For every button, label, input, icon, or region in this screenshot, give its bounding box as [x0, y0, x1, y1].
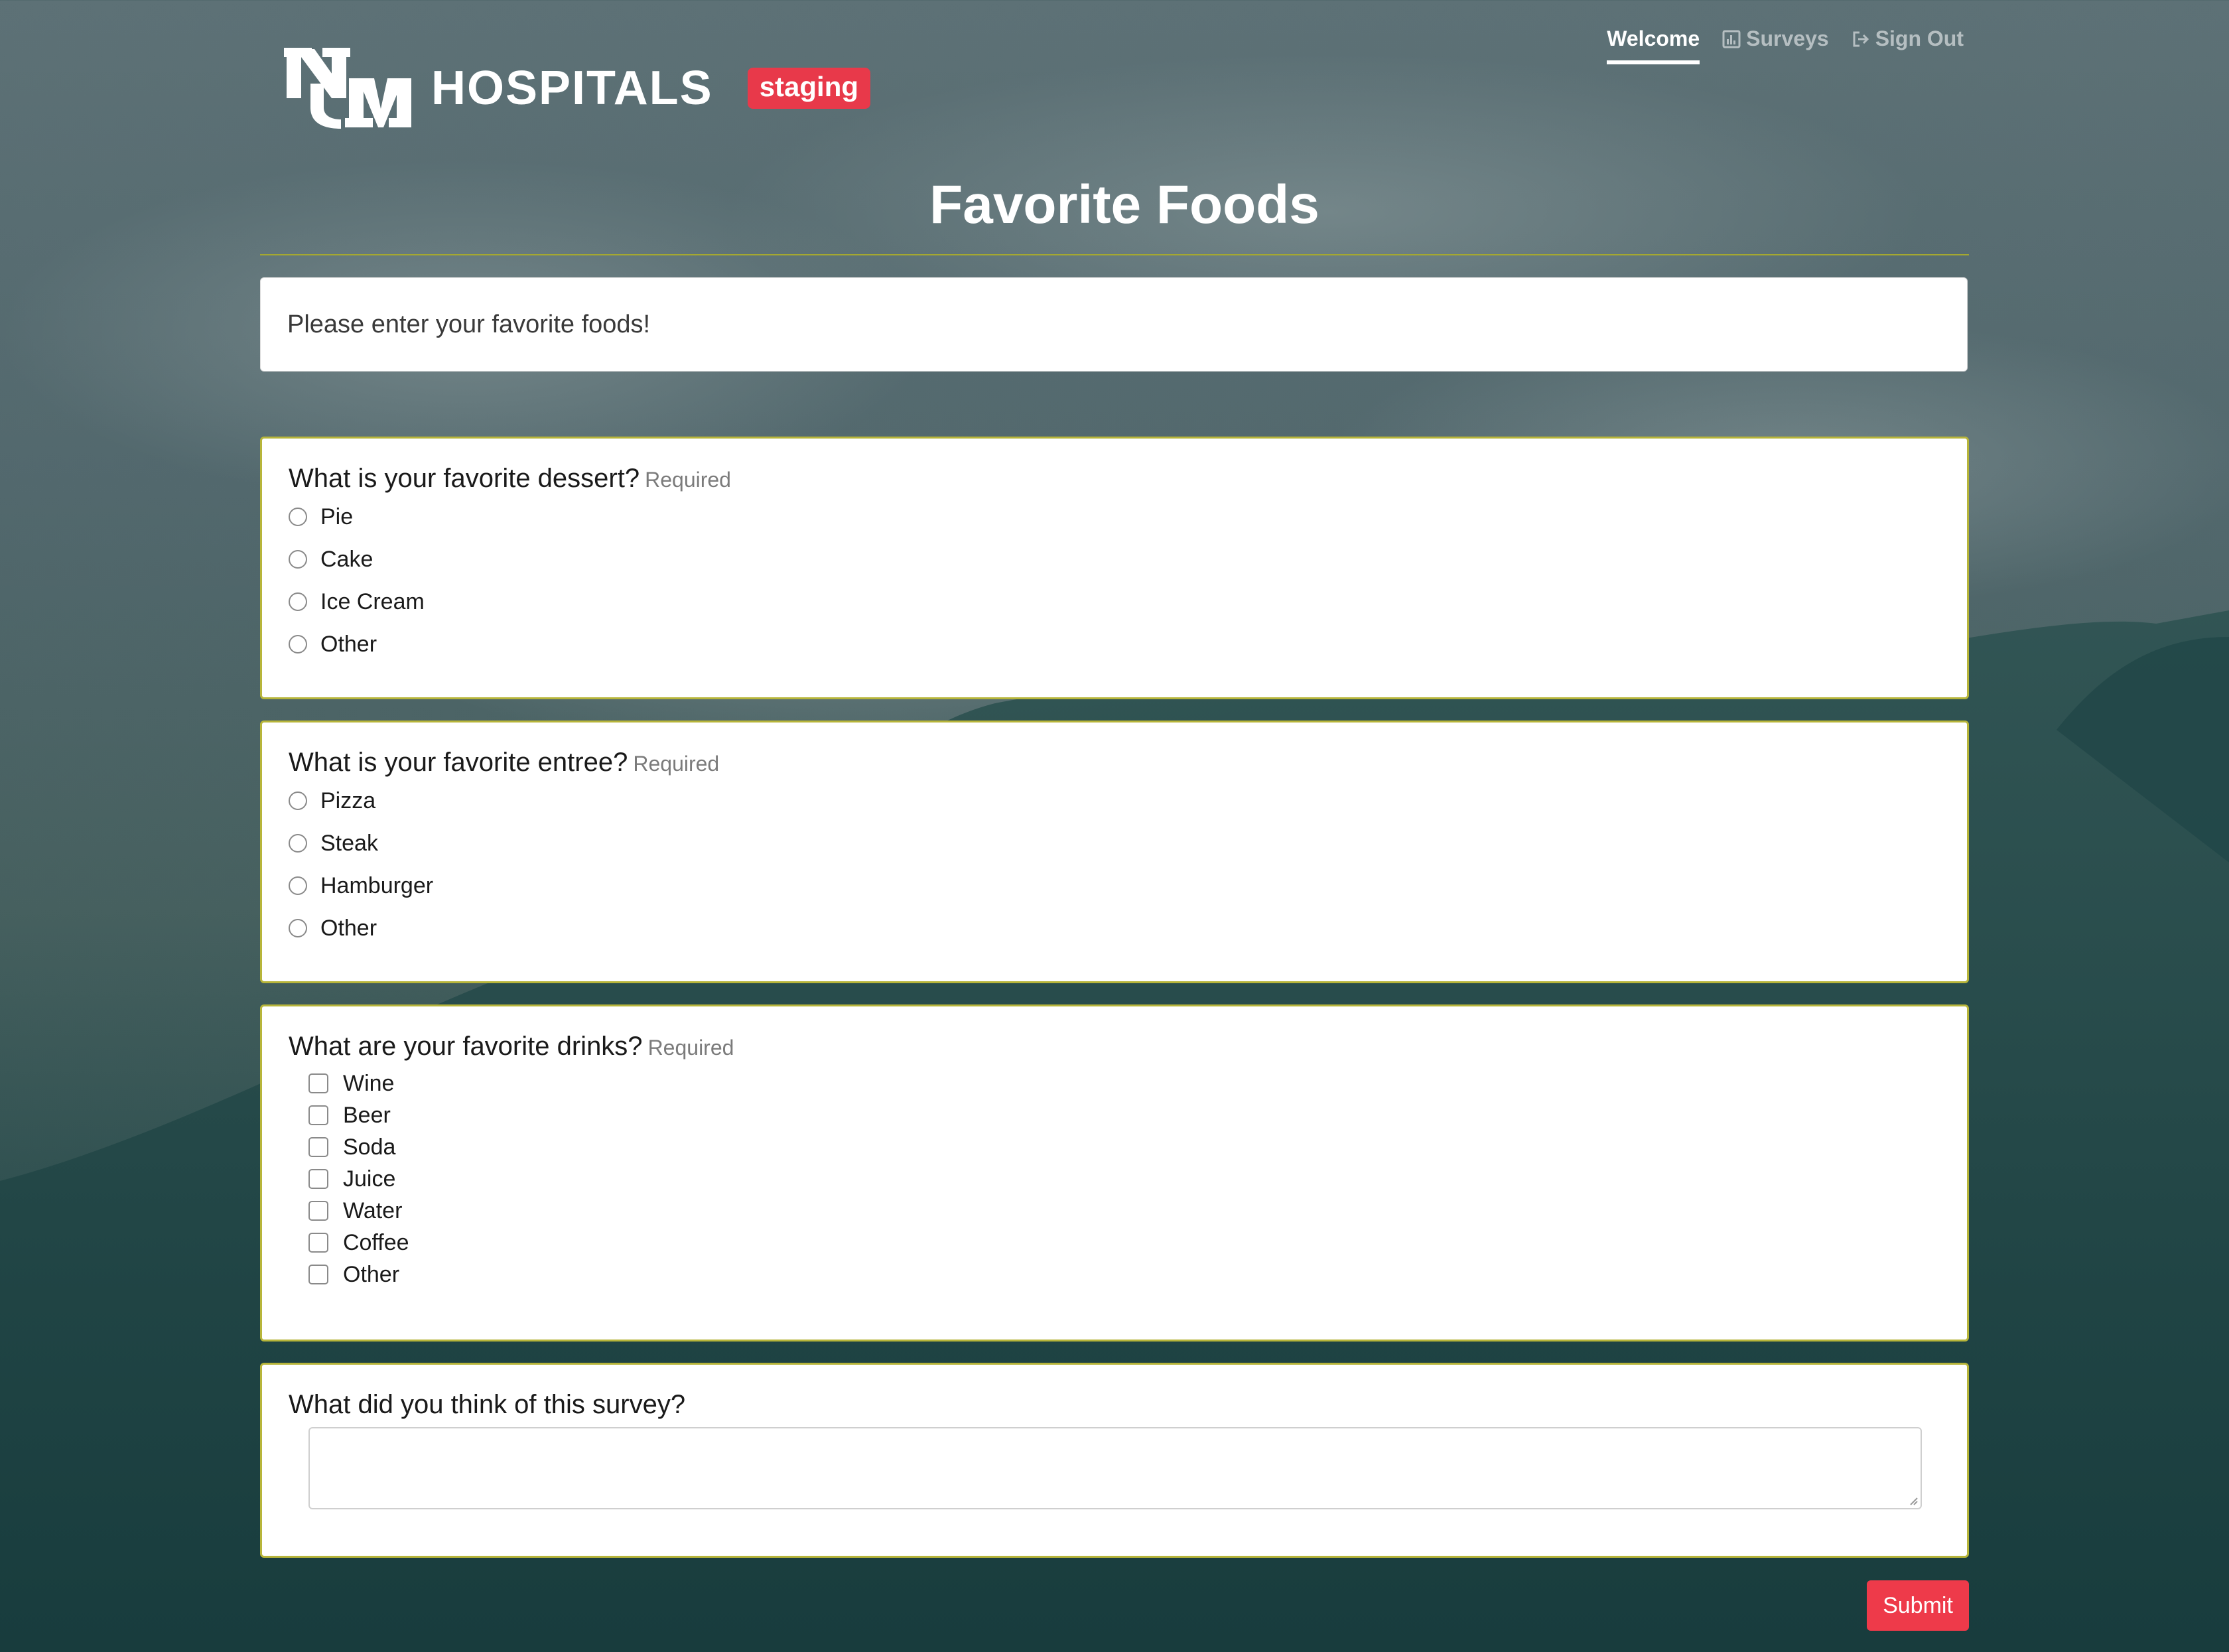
radio-option[interactable]: Pizza [289, 780, 1940, 822]
checkbox[interactable] [308, 1169, 328, 1189]
question-title: What did you think of this survey? [289, 1389, 1940, 1420]
nav-sign-out[interactable]: Sign Out [1852, 27, 1964, 60]
checkbox[interactable] [308, 1233, 328, 1253]
option-label[interactable]: Beer [343, 1103, 391, 1129]
option-label[interactable]: Wine [343, 1071, 394, 1097]
radio-option[interactable]: Other [289, 623, 1940, 665]
checkbox-option[interactable]: Coffee [289, 1227, 1940, 1259]
question-feedback: What did you think of this survey? [260, 1363, 1969, 1558]
radio-button[interactable] [289, 876, 307, 895]
option-label[interactable]: Other [320, 632, 377, 657]
submit-button[interactable]: Submit [1867, 1580, 1969, 1631]
radio-button[interactable] [289, 635, 307, 654]
option-label[interactable]: Other [343, 1262, 399, 1288]
checkbox[interactable] [308, 1105, 328, 1125]
checkbox-option[interactable]: Beer [289, 1099, 1940, 1131]
brand-logo[interactable]: HOSPITALS staging [284, 44, 871, 133]
option-label[interactable]: Coffee [343, 1230, 409, 1256]
page: HOSPITALS staging Welcome Surveys Sign O… [0, 0, 2229, 1652]
checkbox-option[interactable]: Water [289, 1195, 1940, 1227]
option-label[interactable]: Hamburger [320, 873, 433, 899]
radio-button[interactable] [289, 508, 307, 526]
radio-button[interactable] [289, 792, 307, 810]
checkbox-option[interactable]: Juice [289, 1163, 1940, 1195]
intro-text: Please enter your favorite foods! [287, 310, 651, 338]
bar-chart-icon [1722, 30, 1741, 48]
nav-welcome[interactable]: Welcome [1607, 27, 1700, 64]
question-title: What are your favorite drinks? Required [289, 1030, 1940, 1064]
checkbox-option[interactable]: Soda [289, 1131, 1940, 1163]
radio-option[interactable]: Steak [289, 822, 1940, 864]
question-text: What is your favorite dessert? [289, 464, 640, 493]
question-drinks: What are your favorite drinks? Required W… [260, 1004, 1969, 1342]
radio-option[interactable]: Ice Cream [289, 581, 1940, 623]
resize-handle-icon[interactable] [1907, 1495, 1918, 1505]
question-text: What is your favorite entree? [289, 748, 628, 777]
option-label[interactable]: Other [320, 916, 377, 941]
checkbox[interactable] [308, 1265, 328, 1284]
radio-option[interactable]: Other [289, 907, 1940, 949]
checkbox[interactable] [308, 1137, 328, 1157]
nav-surveys-label: Surveys [1746, 27, 1829, 50]
option-label[interactable]: Steak [320, 831, 378, 857]
question-dessert: What is your favorite dessert? Required P… [260, 437, 1969, 699]
radio-button[interactable] [289, 592, 307, 611]
checkbox[interactable] [308, 1201, 328, 1221]
required-label: Required [647, 1036, 734, 1060]
checkbox-option[interactable]: Other [289, 1259, 1940, 1290]
checkbox-option[interactable]: Wine [289, 1067, 1940, 1099]
question-text: What are your favorite drinks? [289, 1032, 643, 1061]
environment-badge: staging [747, 68, 871, 109]
radio-button[interactable] [289, 919, 307, 937]
radio-option[interactable]: Hamburger [289, 864, 1940, 907]
option-label[interactable]: Ice Cream [320, 589, 425, 615]
option-label[interactable]: Pizza [320, 788, 375, 814]
question-title: What is your favorite dessert? Required [289, 462, 1940, 496]
radio-button[interactable] [289, 834, 307, 853]
survey-intro: Please enter your favorite foods! [260, 277, 1968, 372]
question-title: What is your favorite entree? Required [289, 746, 1940, 780]
option-label[interactable]: Cake [320, 547, 373, 573]
page-title: Favorite Foods [929, 174, 1319, 235]
top-nav: Welcome Surveys Sign Out [1607, 27, 1964, 64]
radio-option[interactable]: Cake [289, 538, 1940, 581]
question-text: What did you think of this survey? [289, 1390, 686, 1419]
feedback-textarea[interactable] [308, 1427, 1922, 1509]
nav-surveys[interactable]: Surveys [1722, 27, 1829, 60]
required-label: Required [645, 468, 731, 492]
question-entree: What is your favorite entree? Required Pi… [260, 721, 1969, 983]
sign-out-icon [1853, 31, 1869, 46]
checkbox[interactable] [308, 1073, 328, 1093]
nav-welcome-label: Welcome [1607, 27, 1700, 50]
nav-sign-out-label: Sign Out [1875, 27, 1964, 50]
logo-text: HOSPITALS [431, 62, 713, 115]
required-label: Required [633, 752, 720, 776]
radio-button[interactable] [289, 550, 307, 569]
option-label[interactable]: Juice [343, 1166, 395, 1192]
option-label[interactable]: Soda [343, 1135, 395, 1160]
title-divider [260, 254, 1969, 255]
option-label[interactable]: Pie [320, 504, 353, 530]
radio-option[interactable]: Pie [289, 496, 1940, 538]
option-label[interactable]: Water [343, 1198, 402, 1224]
unm-logo-icon [284, 48, 411, 129]
